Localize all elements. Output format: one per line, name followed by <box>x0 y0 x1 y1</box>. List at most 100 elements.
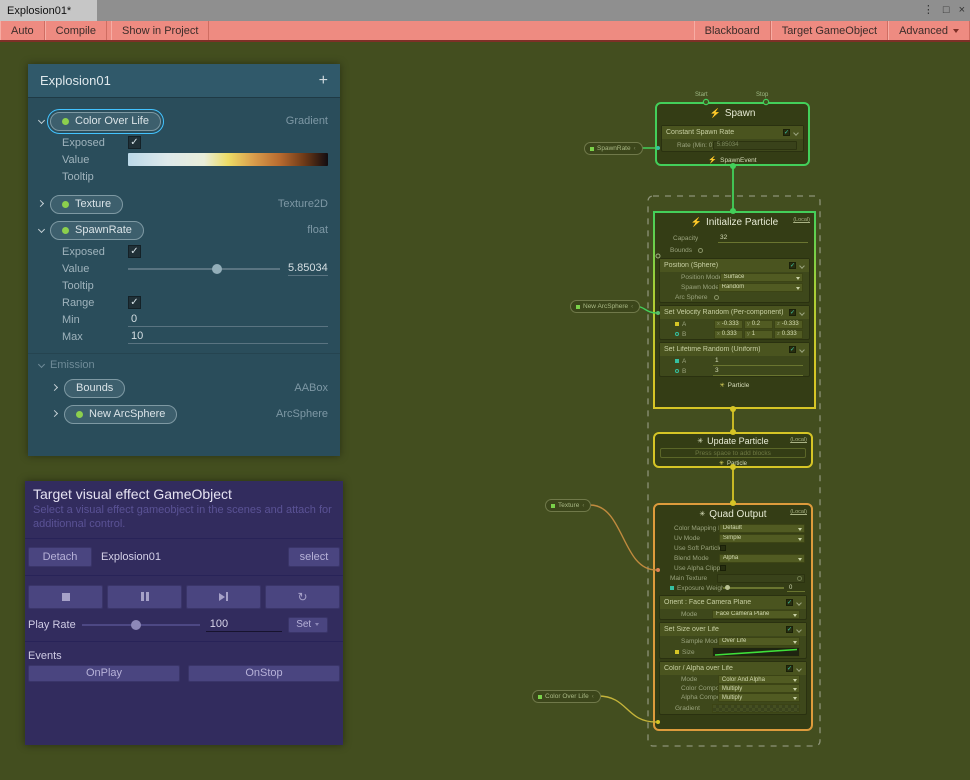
collapse-icon[interactable] <box>799 310 805 316</box>
y-field[interactable]: y1 <box>744 330 773 339</box>
collapse-icon[interactable] <box>796 627 802 633</box>
min-field[interactable]: 0 <box>128 313 328 327</box>
set-size-over-life-block[interactable]: Set Size over Life✓ Sample ModeOver Life… <box>659 622 807 659</box>
play-rate-field[interactable]: 100 <box>206 617 282 632</box>
block-header[interactable]: Set Velocity Random (Per-component)✓ <box>660 306 809 319</box>
object-picker-icon[interactable] <box>797 576 802 581</box>
window-menu-icon[interactable]: ⋮ <box>923 5 934 16</box>
size-curve-field[interactable] <box>712 647 800 657</box>
set-lifetime-random-block[interactable]: Set Lifetime Random (Uniform)✓ A1 B3 <box>659 342 810 377</box>
asset-tab[interactable]: Explosion01* <box>0 0 97 21</box>
graph-canvas[interactable]: Start Stop ⚡Spawn Constant Spawn Rate✓ R… <box>0 43 970 780</box>
port-icon[interactable] <box>675 332 679 336</box>
position-mode-dropdown[interactable]: Surface <box>720 273 803 282</box>
port-icon[interactable] <box>675 650 679 654</box>
block-enabled-checkbox[interactable]: ✓ <box>789 262 796 269</box>
value-field[interactable]: 5.85034 <box>288 262 328 276</box>
alpha-composition-dropdown[interactable]: Multiply <box>718 693 800 702</box>
block-enabled-checkbox[interactable]: ✓ <box>786 665 793 672</box>
y-field[interactable]: y0.2 <box>744 320 773 329</box>
space-badge[interactable]: (Local) <box>790 509 807 515</box>
main-texture-field[interactable] <box>717 574 805 583</box>
block-enabled-checkbox[interactable]: ✓ <box>789 309 796 316</box>
z-field[interactable]: z0.333 <box>774 330 803 339</box>
port-icon[interactable] <box>675 369 679 373</box>
maximize-icon[interactable]: □ <box>943 5 950 16</box>
arcsphere-parameter-node[interactable]: New ArcSphere‹ <box>570 300 640 313</box>
color-mapping-dropdown[interactable]: Default <box>719 524 805 533</box>
slider-handle[interactable] <box>212 264 222 274</box>
onstop-button[interactable]: OnStop <box>188 665 340 682</box>
block-enabled-checkbox[interactable]: ✓ <box>783 129 790 136</box>
gradient-preview[interactable] <box>128 153 328 166</box>
constant-spawn-rate-block[interactable]: Constant Spawn Rate✓ Rate (Min: 0)5.8503… <box>661 125 804 152</box>
rate-value-field[interactable]: 5.85034 <box>713 141 797 150</box>
blackboard-toggle-button[interactable]: Blackboard <box>694 21 771 40</box>
slider-handle[interactable] <box>131 620 141 630</box>
z-field[interactable]: z-0.333 <box>774 320 803 329</box>
arcsphere-pill[interactable]: New ArcSphere <box>64 405 177 424</box>
slider-track[interactable] <box>723 587 784 589</box>
color-over-life-pill[interactable]: Color Over Life <box>50 112 161 131</box>
block-header[interactable]: Constant Spawn Rate✓ <box>662 126 803 139</box>
object-picker-icon[interactable] <box>698 248 703 253</box>
x-field[interactable]: x0.333 <box>714 330 743 339</box>
add-parameter-button[interactable]: + <box>319 72 328 90</box>
block-enabled-checkbox[interactable]: ✓ <box>786 599 793 606</box>
initialize-particle-node[interactable]: ⚡Initialize Particle(Local) Capacity32 B… <box>653 211 816 409</box>
exposure-slider[interactable]: 0 <box>723 585 805 592</box>
quad-output-node[interactable]: ✳Quad Output(Local) Color Mapping ModeDe… <box>653 503 813 731</box>
block-header[interactable]: Position (Sphere)✓ <box>660 259 809 272</box>
chevron-right-icon[interactable] <box>38 200 46 208</box>
position-sphere-block[interactable]: Position (Sphere)✓ Position ModeSurface … <box>659 258 810 303</box>
collapse-caret-icon[interactable]: ‹ <box>582 503 584 509</box>
port-icon[interactable] <box>670 586 674 590</box>
color-over-life-parameter-node[interactable]: Color Over Life‹ <box>532 690 601 703</box>
play-rate-slider[interactable] <box>82 624 200 626</box>
exposed-checkbox[interactable]: ✓ <box>128 245 141 258</box>
stop-button[interactable] <box>28 585 103 609</box>
port-icon[interactable] <box>675 322 679 326</box>
collapse-caret-icon[interactable]: ‹ <box>631 304 633 310</box>
advanced-dropdown-button[interactable]: Advanced <box>888 21 970 40</box>
show-in-project-button[interactable]: Show in Project <box>111 21 209 40</box>
range-checkbox[interactable]: ✓ <box>128 296 141 309</box>
b-field[interactable]: 3 <box>713 367 803 376</box>
exposure-value[interactable]: 0 <box>787 585 805 592</box>
collapse-caret-icon[interactable]: ‹ <box>634 146 636 152</box>
block-enabled-checkbox[interactable]: ✓ <box>789 346 796 353</box>
space-badge[interactable]: (Local) <box>793 217 810 223</box>
step-button[interactable] <box>186 585 261 609</box>
max-field[interactable]: 10 <box>128 330 328 344</box>
block-header[interactable]: Orient : Face Camera Plane✓ <box>660 596 806 609</box>
texture-pill[interactable]: Texture <box>50 195 123 214</box>
bounds-pill[interactable]: Bounds <box>64 379 125 398</box>
block-enabled-checkbox[interactable]: ✓ <box>786 626 793 633</box>
block-header[interactable]: Color / Alpha over Life✓ <box>660 662 806 675</box>
chevron-down-icon[interactable] <box>38 226 46 234</box>
color-composition-dropdown[interactable]: Multiply <box>718 684 800 693</box>
chevron-down-icon[interactable] <box>38 117 46 125</box>
orient-mode-dropdown[interactable]: Face Camera Plane <box>712 610 800 619</box>
exposed-checkbox[interactable]: ✓ <box>128 136 141 149</box>
chevron-right-icon[interactable] <box>52 384 60 392</box>
texture-parameter-node[interactable]: Texture‹ <box>545 499 591 512</box>
set-velocity-random-block[interactable]: Set Velocity Random (Per-component)✓ A x… <box>659 305 810 340</box>
collapse-caret-icon[interactable]: ‹ <box>592 694 594 700</box>
spawn-mode-dropdown[interactable]: Random <box>718 283 803 292</box>
select-button[interactable]: select <box>288 547 340 567</box>
color-mode-dropdown[interactable]: Color And Alpha <box>718 675 800 684</box>
collapse-icon[interactable] <box>796 666 802 672</box>
value-slider[interactable]: 5.85034 <box>128 262 328 276</box>
block-header[interactable]: Set Lifetime Random (Uniform)✓ <box>660 343 809 356</box>
spawnrate-pill[interactable]: SpawnRate <box>50 221 144 240</box>
update-particle-node[interactable]: ✳Update Particle(Local) Press space to a… <box>653 432 813 468</box>
spawn-node[interactable]: ⚡Spawn Constant Spawn Rate✓ Rate (Min: 0… <box>655 102 810 166</box>
capacity-field[interactable]: 32 <box>718 234 808 243</box>
chevron-down-icon[interactable] <box>38 361 46 369</box>
uv-mode-dropdown[interactable]: Simple <box>719 534 805 543</box>
empty-blocks-placeholder[interactable]: Press space to add blocks <box>660 448 806 458</box>
target-gameobject-toggle-button[interactable]: Target GameObject <box>771 21 888 40</box>
space-badge[interactable]: (Local) <box>790 437 807 443</box>
slider-handle[interactable] <box>725 585 730 590</box>
